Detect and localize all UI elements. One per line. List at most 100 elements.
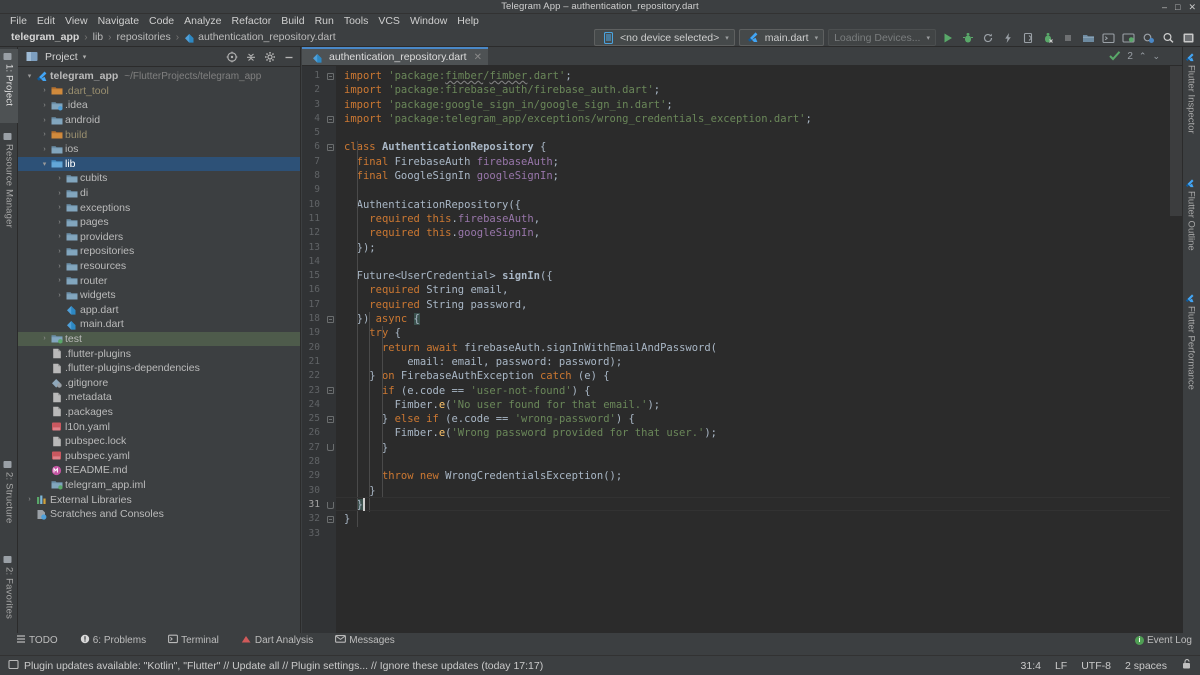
tree-node--metadata[interactable]: .metadata <box>18 390 300 405</box>
tool-window-tab-flutter-outline[interactable]: Flutter Outline <box>1182 176 1200 283</box>
code-line[interactable] <box>344 183 1182 197</box>
code-line[interactable]: }) async { <box>344 312 1182 326</box>
file-encoding[interactable]: UTF-8 <box>1081 660 1111 672</box>
fold-marker[interactable] <box>324 69 336 83</box>
status-message[interactable]: Plugin updates available: "Kotlin", "Flu… <box>8 659 543 673</box>
menu-item-build[interactable]: Build <box>276 14 309 28</box>
inspection-widget[interactable]: 2 ⌃ ⌄ <box>1109 47 1160 66</box>
menu-item-navigate[interactable]: Navigate <box>93 14 144 28</box>
chevron-right-icon[interactable]: › <box>54 263 65 270</box>
tree-node-cubits[interactable]: › cubits <box>18 171 300 186</box>
code-line[interactable]: Fimber.e('Wrong password provided for th… <box>344 426 1182 440</box>
hide-icon[interactable] <box>282 50 296 64</box>
code-line[interactable] <box>344 126 1182 140</box>
chevron-down-icon[interactable]: ⌄ <box>1152 51 1160 62</box>
code-line[interactable]: Future<UserCredential> signIn({ <box>344 269 1182 283</box>
breadcrumb-item-telegram-app[interactable]: telegram_app <box>8 31 82 43</box>
run-configuration-selector[interactable]: main.dart ▾ <box>738 29 825 46</box>
code-line[interactable]: email: email, password: password); <box>344 355 1182 369</box>
tree-node-pages[interactable]: › pages <box>18 215 300 230</box>
settings-sync-icon[interactable] <box>1140 30 1156 46</box>
code-folding-gutter[interactable] <box>324 66 336 647</box>
code-line[interactable]: } else if (e.code == 'wrong-password') { <box>344 412 1182 426</box>
search-everywhere-icon[interactable] <box>1160 30 1176 46</box>
hot-restart-icon[interactable] <box>1000 30 1016 46</box>
bottom-tab-messages[interactable]: Messages <box>335 634 407 647</box>
breadcrumb-item-lib[interactable]: lib <box>90 31 107 43</box>
chevron-right-icon[interactable]: › <box>39 117 50 124</box>
code-line[interactable]: } <box>344 484 1182 498</box>
breadcrumb-item-authentication-repository-dart[interactable]: authentication_repository.dart <box>181 31 339 43</box>
chevron-right-icon[interactable]: › <box>54 219 65 226</box>
chevron-right-icon[interactable]: › <box>39 335 50 342</box>
code-line[interactable]: import 'package:firebase_auth/firebase_a… <box>344 83 1182 97</box>
chevron-right-icon[interactable]: › <box>54 175 65 182</box>
code-line[interactable]: required this.googleSignIn, <box>344 226 1182 240</box>
tree-node-android[interactable]: › android <box>18 113 300 128</box>
tree-node-widgets[interactable]: › widgets <box>18 288 300 303</box>
locate-icon[interactable] <box>225 50 239 64</box>
code-line[interactable]: final GoogleSignIn googleSignIn; <box>344 169 1182 183</box>
read-write-lock-icon[interactable] <box>1181 658 1192 673</box>
code-line[interactable]: required this.firebaseAuth, <box>344 212 1182 226</box>
code-line[interactable]: } on FirebaseAuthException catch (e) { <box>344 369 1182 383</box>
code-line[interactable]: AuthenticationRepository({ <box>344 198 1182 212</box>
chevron-right-icon[interactable]: › <box>54 190 65 197</box>
tool-window-tab-resource-manager[interactable]: Resource Manager <box>0 129 18 237</box>
tree-node-app-dart[interactable]: app.dart <box>18 303 300 318</box>
tree-node-external-libraries[interactable]: › External Libraries <box>18 492 300 507</box>
chevron-down-icon[interactable]: ▾ <box>39 160 50 168</box>
code-line[interactable]: return await firebaseAuth.signInWithEmai… <box>344 341 1182 355</box>
code-line[interactable]: throw new WrongCredentialsException(); <box>344 469 1182 483</box>
open-devtools-icon[interactable] <box>1020 30 1036 46</box>
code-line[interactable] <box>344 255 1182 269</box>
editor-scrollbar[interactable] <box>1170 66 1182 647</box>
device-selector[interactable]: <no device selected> ▾ <box>594 29 735 46</box>
tool-window-tab-2-structure[interactable]: 2: Structure <box>0 457 18 546</box>
chevron-right-icon[interactable]: › <box>54 233 65 240</box>
tree-node-telegram-app[interactable]: ▾ telegram_app ~/FlutterProjects/telegram_… <box>18 69 300 84</box>
chevron-up-icon[interactable]: ⌃ <box>1139 51 1147 62</box>
code-line[interactable]: if (e.code == 'user-not-found') { <box>344 384 1182 398</box>
tree-node-build[interactable]: › build <box>18 127 300 142</box>
code-line[interactable]: } <box>344 441 1182 455</box>
tree-node--dart-tool[interactable]: › .dart_tool <box>18 84 300 99</box>
caret-position[interactable]: 31:4 <box>1021 660 1041 672</box>
project-structure-icon[interactable] <box>1180 30 1196 46</box>
tool-window-tab-flutter-performance[interactable]: Flutter Performance <box>1182 291 1200 421</box>
debug-icon[interactable] <box>960 30 976 46</box>
tree-node--gitignore[interactable]: .gitignore <box>18 375 300 390</box>
source-code[interactable]: import 'package:fimber/fimber.dart'; impo… <box>336 66 1182 647</box>
scrollbar-thumb[interactable] <box>1170 66 1182 216</box>
bottom-tab-dart-analysis[interactable]: Dart Analysis <box>241 634 325 647</box>
tree-node--flutter-plugins-dependencies[interactable]: .flutter-plugins-dependencies <box>18 361 300 376</box>
tree-node-test[interactable]: › test <box>18 331 300 347</box>
line-separator[interactable]: LF <box>1055 660 1067 672</box>
chevron-right-icon[interactable]: › <box>54 292 65 299</box>
code-line[interactable]: final FirebaseAuth firebaseAuth; <box>344 155 1182 169</box>
editor-tab-authentication-repository[interactable]: authentication_repository.dart ✕ <box>302 47 488 65</box>
stop-profile-icon[interactable] <box>1040 30 1056 46</box>
minimize-button[interactable]: – <box>1162 2 1167 12</box>
fold-marker[interactable] <box>324 512 336 526</box>
close-icon[interactable]: ✕ <box>471 52 482 63</box>
code-line[interactable]: import 'package:telegram_app/exceptions/… <box>344 112 1182 126</box>
tree-node-resources[interactable]: › resources <box>18 259 300 274</box>
chevron-right-icon[interactable]: › <box>54 277 65 284</box>
chevron-right-icon[interactable]: › <box>39 146 50 153</box>
build-icon[interactable] <box>1080 30 1096 46</box>
fold-marker[interactable] <box>324 441 336 455</box>
tree-node-exceptions[interactable]: › exceptions <box>18 200 300 215</box>
tool-window-tab-flutter-inspector[interactable]: Flutter Inspector <box>1182 50 1200 168</box>
chevron-down-icon[interactable]: ▾ <box>24 72 35 80</box>
code-line[interactable]: }); <box>344 241 1182 255</box>
code-line[interactable]: import 'package:google_sign_in/google_si… <box>344 98 1182 112</box>
menu-item-run[interactable]: Run <box>310 14 339 28</box>
close-button[interactable]: ✕ <box>1188 2 1196 12</box>
chevron-right-icon[interactable]: › <box>39 102 50 109</box>
tree-node-router[interactable]: › router <box>18 273 300 288</box>
code-line[interactable]: } <box>344 512 1182 526</box>
loading-devices-indicator[interactable]: Loading Devices... ▾ <box>828 29 936 46</box>
tree-node-main-dart[interactable]: main.dart <box>18 317 300 332</box>
tool-window-tab-1-project[interactable]: 1: Project <box>0 49 18 123</box>
